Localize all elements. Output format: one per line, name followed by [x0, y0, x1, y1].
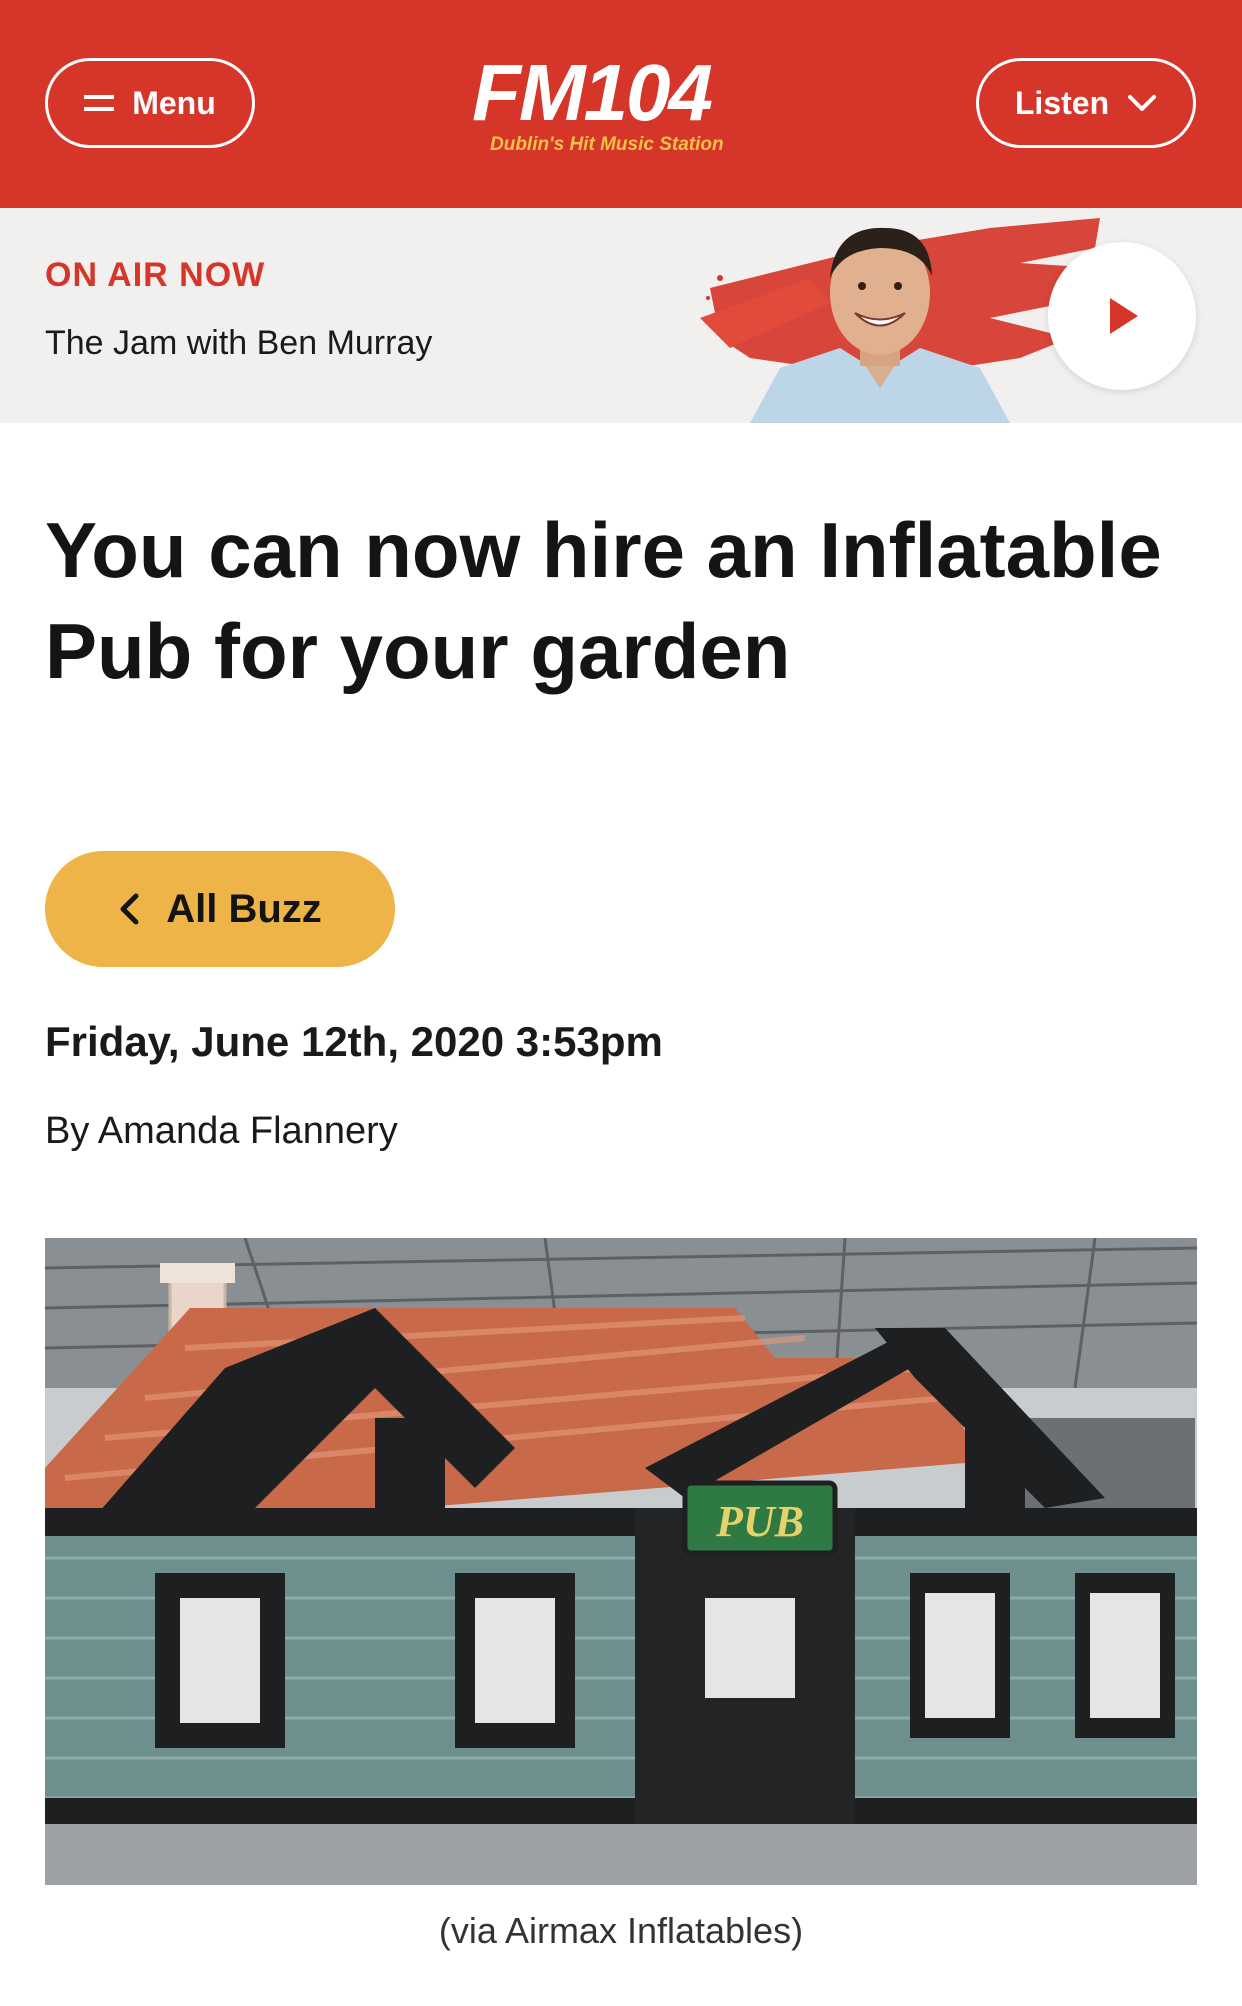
- article-date: Friday, June 12th, 2020 3:53pm: [45, 1018, 663, 1065]
- listen-label: Listen: [1014, 84, 1110, 121]
- article-byline: By Amanda Flannery: [45, 1110, 398, 1152]
- chevron-left-icon: [120, 893, 139, 925]
- presenter-photo: [700, 218, 1100, 423]
- pub-sign-text: PUB: [715, 1497, 804, 1546]
- hamburger-icon: [84, 95, 115, 111]
- menu-label: Menu: [132, 84, 216, 121]
- image-caption: (via Airmax Inflatables): [438, 1910, 804, 1951]
- fm104-logo[interactable]: FM104 Dublin's Hit Music Station: [470, 42, 780, 162]
- article-image[interactable]: PUB: [45, 1238, 1197, 1885]
- on-air-banner[interactable]: ON AIR NOW The Jam with Ben Murray: [0, 208, 1242, 423]
- play-icon: [1110, 298, 1138, 334]
- site-header: Menu FM104 Dublin's Hit Music Station Li…: [0, 0, 1242, 208]
- on-air-label: ON AIR NOW: [45, 256, 266, 294]
- play-button[interactable]: [1048, 242, 1196, 390]
- logo-text: FM104: [472, 48, 712, 137]
- article-title: You can now hire an Inflatable Pub for y…: [45, 506, 1162, 695]
- menu-button[interactable]: Menu: [45, 58, 255, 148]
- chevron-down-icon: [1128, 95, 1157, 111]
- all-buzz-label: All Buzz: [166, 886, 322, 931]
- logo-tagline: Dublin's Hit Music Station: [490, 134, 724, 155]
- listen-button[interactable]: Listen: [976, 58, 1196, 148]
- on-air-show-name: The Jam with Ben Murray: [45, 324, 433, 362]
- all-buzz-button[interactable]: All Buzz: [45, 851, 395, 967]
